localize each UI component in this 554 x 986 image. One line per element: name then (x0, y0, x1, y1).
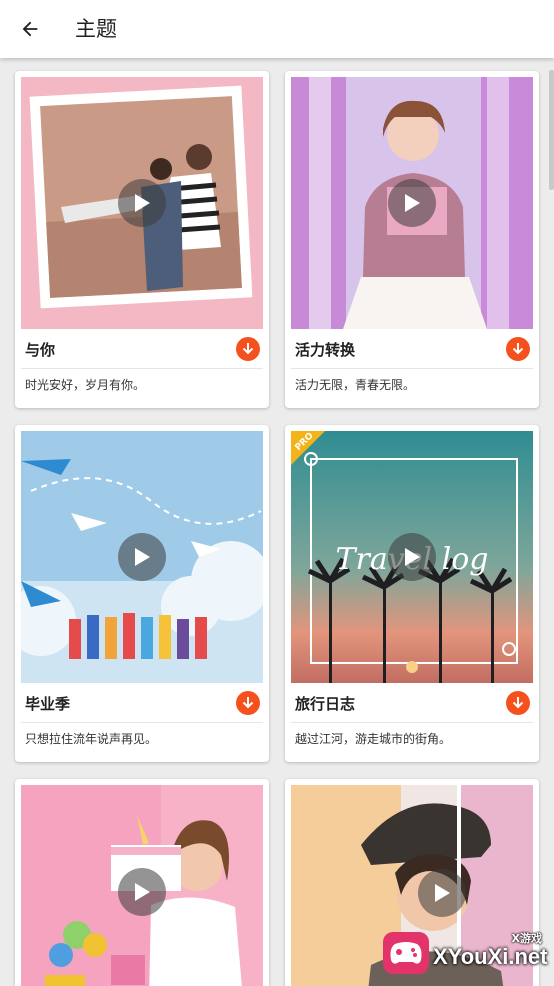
theme-title: 活力转换 (295, 341, 356, 359)
download-button[interactable] (236, 337, 260, 361)
download-icon (512, 697, 524, 709)
divider (21, 368, 263, 369)
watermark-main-text: XYouXi.net (433, 944, 548, 969)
play-button[interactable] (388, 533, 436, 581)
play-button[interactable] (418, 869, 466, 917)
play-icon (135, 883, 150, 901)
theme-card-lv-xing[interactable]: Travel log PRO 旅行日志 越过江河，游走城市的街角。 (285, 425, 539, 762)
divider (291, 368, 533, 369)
play-icon (135, 548, 150, 566)
download-icon (512, 343, 524, 355)
download-button[interactable] (236, 691, 260, 715)
download-button[interactable] (506, 337, 530, 361)
gamepad-logo-icon (383, 932, 429, 974)
page-title: 主题 (75, 17, 117, 41)
theme-card-bi-ye-ji[interactable]: 毕业季 只想拉住流年说声再见。 (15, 425, 269, 762)
play-icon (405, 194, 420, 212)
theme-description: 活力无限，青春无限。 (295, 378, 416, 392)
play-icon (135, 194, 150, 212)
theme-title: 与你 (25, 341, 56, 359)
arrow-left-icon (22, 21, 38, 37)
download-icon (242, 343, 254, 355)
theme-card-yu-ni[interactable]: 与你 时光安好，岁月有你。 (15, 71, 269, 408)
theme-description: 只想拉住流年说声再见。 (25, 732, 158, 746)
play-button[interactable] (118, 533, 166, 581)
theme-thumbnail (21, 431, 263, 683)
play-button[interactable] (118, 868, 166, 916)
site-watermark: X游戏 XYouXi.net (383, 928, 548, 978)
theme-thumbnail (291, 77, 533, 329)
theme-card-birthday[interactable] (15, 779, 269, 986)
play-icon (405, 548, 420, 566)
back-button[interactable] (10, 9, 50, 49)
theme-title: 旅行日志 (295, 695, 356, 713)
theme-thumbnail (21, 77, 263, 329)
divider (291, 722, 533, 723)
theme-title: 毕业季 (25, 695, 71, 713)
app-bar: 主题 (0, 0, 554, 58)
theme-thumbnail (21, 785, 263, 986)
play-button[interactable] (388, 179, 436, 227)
divider (21, 722, 263, 723)
theme-description: 时光安好，岁月有你。 (25, 378, 146, 392)
download-icon (242, 697, 254, 709)
play-icon (435, 884, 450, 902)
scrollbar[interactable] (549, 70, 554, 190)
theme-thumbnail: Travel log PRO (291, 431, 533, 683)
theme-description: 越过江河，游走城市的街角。 (295, 732, 452, 746)
play-button[interactable] (118, 179, 166, 227)
download-button[interactable] (506, 691, 530, 715)
theme-card-huo-li[interactable]: 活力转换 活力无限，青春无限。 (285, 71, 539, 408)
